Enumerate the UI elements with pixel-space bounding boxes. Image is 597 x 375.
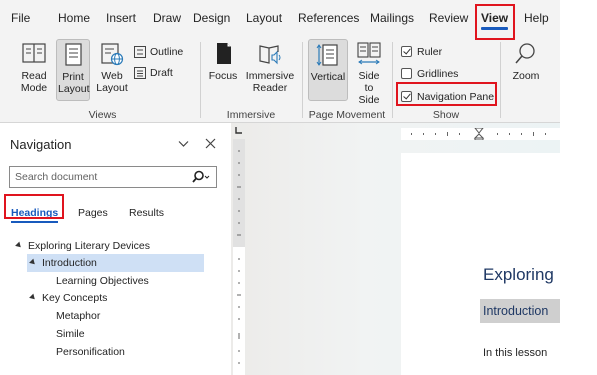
document-viewport[interactable]: Exploring Literary Devices Introduction … [231,123,560,375]
gridlines-checkbox[interactable]: Gridlines [401,67,458,81]
tree-item-label: Simile [56,328,85,340]
document-body-text: In this lesson [483,347,548,359]
read-mode-button[interactable]: Read Mode [14,41,54,94]
ruler-ticks [411,128,546,140]
ruler-checkbox[interactable]: Ruler [401,45,442,59]
tree-item-label: Metaphor [56,310,101,322]
tree-item-label: Introduction [42,257,97,269]
document-heading: Introduction [483,304,549,318]
tree-item-heading-2[interactable]: Key Concepts [29,289,108,307]
tree-item-heading-3[interactable]: Simile [56,325,85,343]
focus-icon [217,43,231,64]
tree-item-label: Exploring Literary Devices [28,240,150,252]
menu-draw[interactable]: Draw [153,0,181,36]
gridlines-label: Gridlines [417,68,459,80]
ruler-check[interactable] [401,45,412,57]
views-group-label: Views [88,109,117,121]
tree-item-heading-3[interactable]: Learning Objectives [56,272,149,290]
menu-insert[interactable]: Insert [106,0,136,36]
read-mode-icon [22,43,46,63]
tab-results[interactable]: Results [129,207,164,219]
horizontal-ruler [401,128,560,140]
menu-review[interactable]: Review [429,0,468,36]
zoom-label: Zoom [512,70,540,82]
tree-item-heading-1[interactable]: Exploring Literary Devices [15,237,150,255]
focus-label: Focus [208,70,238,82]
vertical-button[interactable]: Vertical [308,39,348,101]
separator [500,42,501,118]
print-layout-button[interactable]: Print Layout [56,39,90,101]
immersive-group-label: Immersive [226,109,276,121]
tree-item-label: Key Concepts [42,292,108,304]
menu-design[interactable]: Design [193,0,230,36]
search-input[interactable] [10,167,185,187]
menu-mailings[interactable]: Mailings [370,0,414,36]
view-tab-highlight [475,4,515,40]
headings-tab-highlight [4,194,64,219]
side-to-side-label: Side to Side [358,70,380,106]
print-layout-icon [65,43,82,66]
pane-options-chevron-icon[interactable] [178,136,189,152]
menu-help[interactable]: Help [524,0,549,36]
menu-layout[interactable]: Layout [246,0,282,36]
expand-triangle-icon[interactable] [29,293,37,302]
document-area: Exploring Literary Devices Introduction … [231,123,560,375]
tree-item-label: Personification [56,346,125,358]
outline-label: Outline [150,46,184,58]
expand-triangle-icon[interactable] [15,241,23,250]
search-box [9,166,217,188]
ruler-corner-icon [235,125,242,137]
web-layout-icon [101,43,124,66]
tab-pages[interactable]: Pages [78,207,108,219]
zoom-button[interactable]: Zoom [510,41,542,82]
vertical-scroll-icon [316,44,338,66]
gridlines-check[interactable] [401,67,412,79]
close-pane-icon[interactable] [205,136,216,152]
ribbon: Read Mode Print Layout Web Layout Outlin… [0,36,560,123]
tree-item-heading-2[interactable]: Introduction [27,254,204,272]
page-movement-group-label: Page Movement [308,109,386,121]
navigation-pane: Navigation Headings Pages Results Explor… [0,123,231,375]
navigation-pane-title: Navigation [10,137,72,152]
zoom-magnifier-icon [515,43,535,64]
draft-label: Draft [150,67,173,79]
side-to-side-icon [357,42,381,65]
web-layout-label: Web Layout [96,70,128,94]
web-layout-button[interactable]: Web Layout [94,41,130,94]
vertical-label: Vertical [310,71,346,83]
menu-references[interactable]: References [298,0,359,36]
menu-file[interactable]: File [11,0,30,36]
side-to-side-button[interactable]: Side to Side [352,41,386,106]
draft-button[interactable]: Draft [134,66,173,80]
draft-icon [134,67,146,80]
document-title: Exploring Literary Devices [483,265,560,284]
separator [302,42,303,118]
ruler-label: Ruler [417,46,443,58]
menu-home[interactable]: Home [58,0,90,36]
immersive-reader-button[interactable]: Immersive Reader [244,41,296,94]
immersive-reader-label: Immersive Reader [245,70,295,94]
tree-item-label: Learning Objectives [56,275,149,287]
print-layout-label: Print Layout [58,71,90,95]
read-mode-label: Read Mode [20,70,48,94]
expand-triangle-icon[interactable] [29,258,37,267]
navigation-pane-highlight [396,82,497,106]
outline-icon [134,46,146,59]
tree-item-heading-3[interactable]: Metaphor [56,307,100,325]
search-icon[interactable] [192,170,210,187]
vertical-ruler [233,139,245,375]
focus-button[interactable]: Focus [206,41,240,82]
separator [200,42,201,118]
separator [392,42,393,118]
immersive-reader-icon [259,45,281,65]
ruler-ticks [237,150,241,364]
outline-button[interactable]: Outline [134,45,183,59]
tree-item-heading-3[interactable]: Personification [56,343,125,361]
show-group-label: Show [432,109,460,121]
document-page[interactable] [401,153,560,375]
